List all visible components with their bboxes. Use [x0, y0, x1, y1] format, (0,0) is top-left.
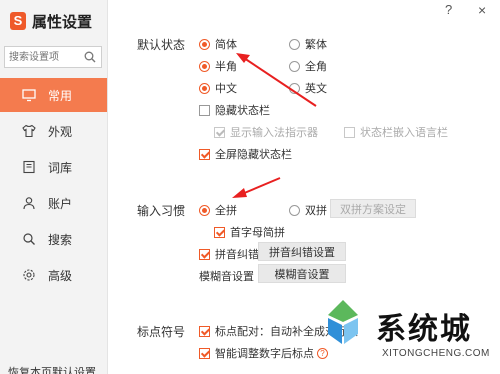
watermark-logo-icon: [328, 300, 358, 344]
watermark-subtitle: XITONGCHENG.COM: [382, 348, 490, 359]
arrow-to-full-pinyin: [232, 177, 281, 198]
watermark: 系统城 XITONGCHENG.COM: [318, 294, 500, 374]
arrow-to-simplified: [236, 53, 317, 107]
watermark-title: 系统城: [376, 313, 472, 346]
